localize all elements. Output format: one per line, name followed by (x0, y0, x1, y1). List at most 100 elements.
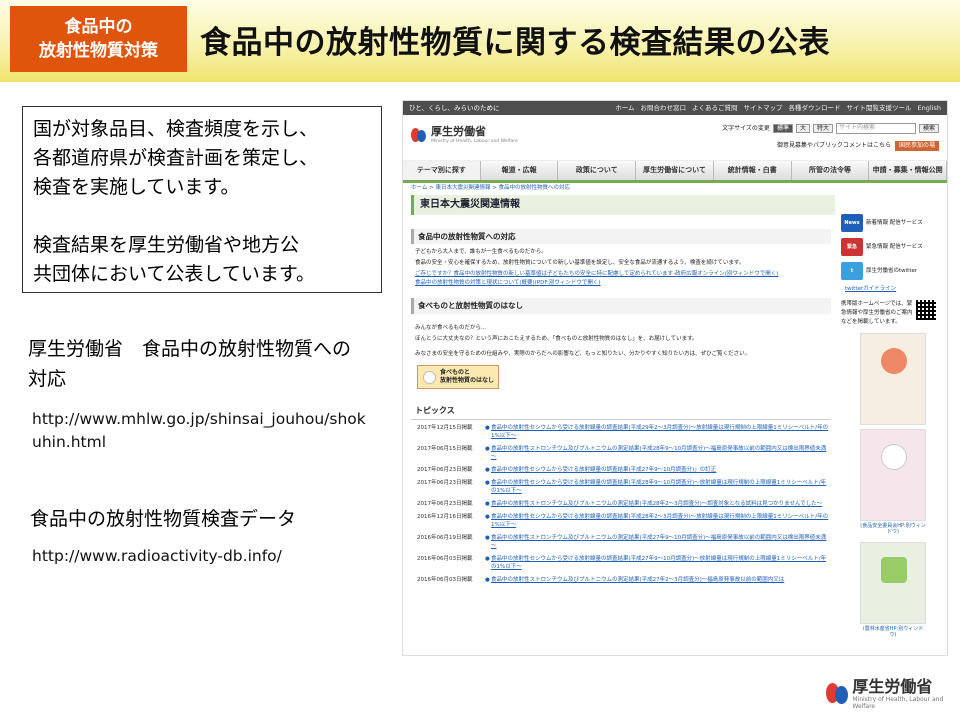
topic-link[interactable]: 食品中の放射性ストロンチウム及びプルトニウムの測定結果(平成28年2～3月調査分… (491, 500, 822, 508)
topic-link[interactable]: 食品中の放射性セシウムから受ける放射線量の調査結果(平成29年2～3月調査分)～… (491, 424, 831, 440)
poster-caption[interactable]: (農林水産省HP:別ウィンドウ) (860, 626, 926, 639)
website-screenshot: ひと、くらし、みらいのために ホーム お問合わせ窓口 よくあるご質問 サイトマップ 各種… (402, 100, 948, 656)
topic-row: 2017年12月15日掲載 ● 食品中の放射性セシウムから受ける放射線量の調査結果(… (411, 424, 831, 440)
topic-link[interactable]: 食品中の放射性セシウムから受ける放射線量の調査結果(平成28年9～10月調査分)… (491, 479, 831, 495)
summary-line: 検査を実施しています。 (33, 176, 240, 198)
topic-row: 2016年12月16日掲載 ● 食品中の放射性セシウムから受ける放射線量の調査結果(… (411, 513, 831, 529)
topic-row: 2017年06月23日掲載 ● 食品中の放射性セシウムから受ける放射線量の調査結果(… (411, 479, 831, 495)
side-banner-icon: 緊急 (841, 238, 863, 256)
topics-heading: トピックス (411, 403, 831, 420)
site-nav-item[interactable]: 申請・募集・情報公開 (869, 161, 947, 180)
topic-row: 2017年06月23日掲載 ● 食品中の放射性セシウムから受ける放射線量の調査結果(… (411, 466, 831, 474)
site-nav-item[interactable]: テーマ別に探す (403, 161, 481, 180)
slide-header: 食品中の 放射性物質対策 食品中の放射性物質に関する検査結果の公表 (0, 0, 960, 82)
topic-date: 2017年06月23日掲載 (417, 479, 473, 486)
opinion-text[interactable]: 御意見募集やパブリックコメントはこちら (777, 142, 891, 150)
site-logo-name: 厚生労働省 (431, 125, 486, 138)
topic-row: 2016年06月03日掲載 ● 食品中の放射性セシウムから受ける放射線量の調査結果(… (411, 555, 831, 571)
food-heading: 食べものと放射性物質のはなし (411, 298, 831, 314)
topic-link[interactable]: 食品中の放射性ストロンチウム及びプルトニウムの測定結果(平成27年2～3月調査分… (491, 576, 784, 584)
font-size-standard-button[interactable]: 標準 (772, 123, 793, 134)
poster-image (860, 429, 926, 521)
summary-line: 国が対象品目、検査頻度を示し、 (33, 118, 319, 140)
site-top-link[interactable]: ホーム (615, 104, 634, 112)
site-logo[interactable]: 厚生労働省 Ministry of Health, Labour and Wel… (411, 125, 518, 144)
opinion-pill[interactable]: 国民参加の場 (894, 141, 939, 151)
topic-link[interactable]: 食品中の放射性ストロンチウム及びプルトニウムの測定結果(平成28年9～10月調査… (491, 445, 831, 461)
summary-line: 共団体において公表しています。 (33, 263, 315, 285)
site-link[interactable]: 食品中の放射性物質の対策と現状について(概要)(PDF:別ウィンドウで開く) (415, 279, 827, 288)
site-search-button[interactable]: 検索 (918, 123, 939, 134)
poster-image (860, 541, 926, 624)
food-booklet-button[interactable]: 食べものと 放射性物質のはなし (417, 364, 499, 389)
topic-link[interactable]: 食品中の放射性ストロンチウム及びプルトニウムの測定結果(平成27年9～10月調査… (491, 534, 831, 550)
side-banner[interactable]: News 新着情報 配信サービス (841, 213, 945, 233)
site-opinion: 御意見募集やパブリックコメントはこちら 国民参加の場 (777, 141, 939, 151)
summary-line: 各都道府県が検査計画を策定し、 (33, 147, 319, 169)
site-main-content: 食品中の放射性物質への対応 子どもから大人まで、誰もが一生食べるものだから。 食… (411, 229, 831, 589)
site-top-link[interactable]: サイト閲覧支援ツール (847, 104, 912, 112)
twitter-guideline-link[interactable]: twitterガイドライン (845, 285, 941, 294)
site-topbar: ひと、くらし、みらいのために ホーム お問合わせ窓口 よくあるご質問 サイトマップ 各種… (403, 101, 947, 115)
poster-image (860, 333, 926, 425)
source-title-mhlw: 厚生労働省 食品中の放射性物質への対応 (28, 338, 352, 390)
topic-date: 2017年12月15日掲載 (417, 424, 473, 431)
side-banner[interactable]: 緊急 緊急情報 配信サービス (841, 237, 945, 257)
site-nav-item[interactable]: 政策について (558, 161, 637, 180)
source-url-mhlw[interactable]: http://www.mhlw.go.jp/shinsai_jouhou/sho… (32, 408, 372, 454)
source-title-database: 食品中の放射性物質検査データ (30, 508, 297, 530)
source-url-database[interactable]: http://www.radioactivity-db.info/ (32, 545, 282, 568)
site-nav-item[interactable]: 報道・広報 (481, 161, 559, 180)
site-nav: テーマ別に探す 報道・広報 政策について 厚生労働省について 統計情報・白書 所管の法令等… (403, 161, 947, 183)
mhlw-footer-logo: 厚生労働省 Ministry of Health, Labour and Wel… (826, 678, 960, 710)
site-nav-item[interactable]: 統計情報・白書 (714, 161, 792, 180)
plate-icon (423, 370, 436, 384)
sub-heading: 食品中の放射性物質への対応 (411, 229, 831, 245)
topic-row: 2016年06月03日掲載 ● 食品中の放射性ストロンチウム及びプルトニウムの測定結… (411, 576, 831, 584)
site-tools: 文字サイズの変更 標準 大 特大 サイト内検索 検索 (722, 123, 939, 134)
font-size-label: 文字サイズの変更 (722, 124, 770, 132)
mhlw-logo-icon (826, 680, 848, 708)
site-logo-sub: Ministry of Health, Labour and Welfare (431, 138, 518, 144)
site-top-links: ホーム お問合わせ窓口 よくあるご質問 サイトマップ 各種ダウンロード サイト閲覧支援ツー… (615, 104, 941, 112)
side-banner-icon: News (841, 214, 863, 232)
topic-link[interactable]: 食品中の放射性セシウムから受ける放射線量の調査結果(平成27年9～10月調査分)… (491, 555, 831, 571)
maff-poster[interactable]: (農林水産省HP:別ウィンドウ) (860, 541, 926, 639)
category-badge-line1: 食品中の (64, 17, 133, 37)
intro-text: 子どもから大人まで、誰もが一生食べるものだから。 (415, 249, 547, 256)
site-top-link[interactable]: よくあるご質問 (692, 104, 738, 112)
side-banner-label: 新着情報 配信サービス (866, 219, 923, 226)
site-top-link[interactable]: サイトマップ (744, 104, 783, 112)
site-nav-item[interactable]: 所管の法令等 (792, 161, 870, 180)
site-header: 厚生労働省 Ministry of Health, Labour and Wel… (403, 115, 947, 161)
site-search-input[interactable]: サイト内検索 (835, 123, 916, 134)
food-safety-poster[interactable]: (食品安全委員会HP:別ウィンドウ) (860, 333, 926, 536)
food-button-line2: 放射性物質のはなし (440, 376, 495, 384)
breadcrumb[interactable]: ホーム > 東日本大震災関連情報 > 食品中の放射性物質への対応 (403, 183, 947, 195)
food-text: みんなが食べるものだから… (415, 324, 487, 331)
topic-date: 2016年12月16日掲載 (417, 513, 473, 520)
side-banner[interactable]: t 厚生労働省のtwitter (841, 261, 945, 281)
topic-link[interactable]: 食品中の放射性セシウムから受ける放射線量の調査結果(平成27年9～10月調査分)… (491, 466, 716, 474)
topic-link[interactable]: 食品中の放射性セシウムから受ける放射線量の調査結果(平成28年2～3月調査分)～… (491, 513, 831, 529)
topic-date: 2016年06月03日掲載 (417, 576, 473, 583)
topic-date: 2016年06月19日掲載 (417, 534, 473, 541)
site-link[interactable]: ご存じですか？食品中の放射性物質の新しい基準値は子どもたちの安全に特に配慮して定… (415, 270, 827, 279)
site-top-link[interactable]: お問合わせ窓口 (641, 104, 687, 112)
food-text: ほんとうに大丈夫なの？という声におこたえするため、「食べものと放射性物質のはなし… (415, 335, 698, 342)
site-top-link[interactable]: 各種ダウンロード (789, 104, 841, 112)
site-nav-item[interactable]: 厚生労働省について (636, 161, 714, 180)
font-size-xlarge-button[interactable]: 特大 (812, 123, 833, 134)
summary-line: 検査結果を厚生労働省や地方公 (33, 234, 300, 256)
topic-row: 2017年06月23日掲載 ● 食品中の放射性ストロンチウム及びプルトニウムの測定結… (411, 500, 831, 508)
topics-list: 2017年12月15日掲載 ● 食品中の放射性セシウムから受ける放射線量の調査結果(… (411, 424, 831, 584)
poster-caption[interactable]: (食品安全委員会HP:別ウィンドウ) (860, 523, 926, 536)
footer-logo-name: 厚生労働省 (852, 677, 933, 696)
intro-text: 食品の安全・安心を確保するため、放射性物質についての新しい基準値を設定し、安全な… (415, 260, 745, 267)
topic-row: 2017年06月15日掲載 ● 食品中の放射性ストロンチウム及びプルトニウムの測定結… (411, 445, 831, 461)
font-size-large-button[interactable]: 大 (795, 123, 810, 134)
topic-date: 2017年06月23日掲載 (417, 500, 473, 507)
mobile-site-text: 携帯版ホームページでは、緊急情報や厚生労働省のご案内などを掲載しています。 (841, 301, 913, 325)
summary-box: 国が対象品目、検査頻度を示し、 各都道府県が検査計画を策定し、 検査を実施してい… (22, 106, 382, 293)
site-top-link[interactable]: English (918, 104, 941, 112)
